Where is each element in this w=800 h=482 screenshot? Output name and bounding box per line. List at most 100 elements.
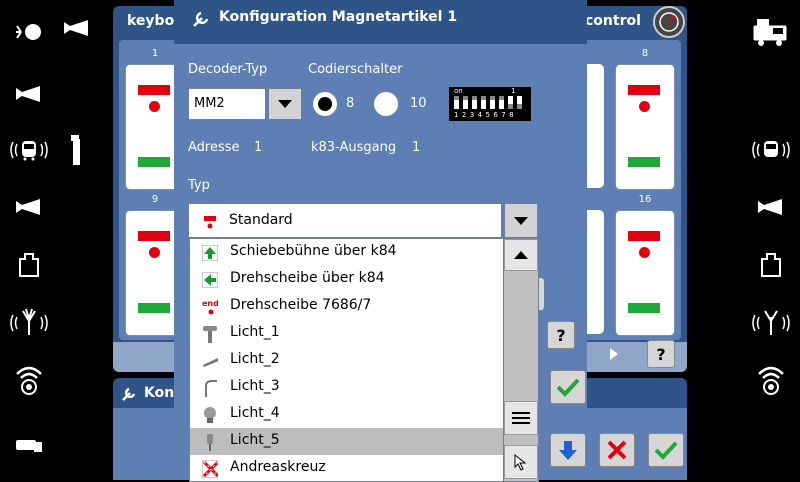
dip-on-label: on (454, 87, 463, 95)
tile-number: 8 (641, 48, 649, 59)
list-item-label: Licht_4 (230, 405, 280, 421)
list-item[interactable]: Schiebebühne über k84 (190, 239, 504, 266)
right-sidebar (742, 0, 800, 480)
keyboard-window-title: keybo (127, 13, 175, 29)
k83-output-value: 1 (412, 140, 421, 155)
scroll-thumb[interactable] (504, 401, 538, 435)
steam-sound-icon-right[interactable] (751, 305, 791, 339)
chevron-down-icon (278, 100, 292, 108)
tube-light-icon (202, 352, 218, 369)
light-function-icon[interactable] (9, 15, 49, 49)
radio-signal-icon-right[interactable] (751, 362, 791, 396)
chevron-down-icon (514, 216, 528, 225)
tile-number: 16 (638, 194, 652, 205)
list-item-label: Andreaskreuz (230, 459, 326, 475)
radio-8-label: 8 (346, 96, 355, 111)
steam-sound-icon[interactable] (9, 305, 49, 339)
accessory-tile-partial[interactable] (586, 210, 604, 334)
coding-switch-label: Codierschalter (308, 62, 403, 77)
list-item-label: Licht_1 (230, 324, 280, 340)
page-next-arrow-icon[interactable] (608, 346, 620, 366)
signal-red-bar (138, 231, 170, 241)
signal-green-bar (138, 303, 170, 313)
list-item[interactable]: Andreaskreuz (190, 455, 504, 481)
decoder-type-value: MM2 (194, 96, 225, 111)
list-item[interactable]: Licht_1 (190, 320, 504, 347)
wrench-icon (192, 10, 210, 32)
signal-red-bar (138, 85, 170, 95)
weight-icon[interactable] (9, 248, 49, 282)
signal-red-dot (639, 101, 650, 112)
list-item-label: Schiebebühne über k84 (230, 243, 397, 259)
type-options-list[interactable]: Schiebebühne über k84 Drehscheibe über k… (189, 238, 505, 482)
signal-red-bar (628, 231, 660, 241)
radio-10[interactable] (374, 92, 398, 116)
radio-selected-dot (318, 97, 332, 111)
weight-icon-right[interactable] (751, 248, 791, 282)
dialog-confirm-button[interactable] (550, 370, 586, 404)
list-scrollbar[interactable] (503, 238, 539, 482)
left-sidebar (0, 0, 58, 480)
flag-icon[interactable] (70, 135, 84, 165)
scroll-up-button[interactable] (504, 239, 538, 271)
locomotive-icon[interactable] (751, 14, 791, 48)
signal-red-dot (639, 247, 650, 258)
signal-green-bar (628, 157, 660, 167)
tile-number: 9 (151, 194, 159, 205)
small-lamp-icon (202, 433, 218, 451)
bulb-icon (202, 406, 218, 423)
svg-text:end: end (202, 299, 218, 308)
lamp-post-icon (202, 325, 218, 343)
speedometer-icon[interactable] (653, 6, 685, 38)
dip-switch-icon: on 1 1 2 3 4 5 6 7 8 (449, 87, 531, 121)
list-item[interactable]: Licht_3 (190, 374, 504, 401)
help-button[interactable]: ? (647, 340, 675, 368)
radio-8[interactable] (313, 92, 337, 116)
type-value: Standard (229, 212, 293, 228)
type-select[interactable]: Standard (188, 203, 502, 238)
list-item[interactable]: Licht_4 (190, 401, 504, 428)
dip-numbers: 1 2 3 4 5 6 7 8 (454, 111, 515, 119)
dialog-header: Konfiguration Magnetartikel 1 (174, 0, 587, 44)
scroll-down-button[interactable] (504, 445, 538, 479)
list-item-label: Licht_5 (230, 432, 280, 448)
decoder-type-dropdown-button[interactable] (268, 88, 302, 120)
signal-green-bar (628, 303, 660, 313)
type-dropdown-button[interactable] (504, 203, 538, 238)
horn-icon-2[interactable] (62, 18, 92, 38)
cancel-button[interactable] (599, 433, 635, 467)
configuration-window-title: Kon (144, 385, 175, 401)
train-sound-icon-right[interactable] (751, 133, 791, 167)
whistle-icon[interactable] (9, 190, 49, 224)
mouse-pointer-icon (514, 453, 527, 471)
list-item[interactable]: end Drehscheibe 7686/7 (190, 293, 504, 320)
k83-output-label: k83-Ausgang (311, 140, 397, 155)
chevron-up-icon (514, 251, 528, 259)
crossbuck-icon (202, 459, 218, 478)
list-item[interactable]: Licht_2 (190, 347, 504, 374)
accessory-tile-partial[interactable] (586, 64, 604, 188)
signal-green-bar (138, 157, 170, 167)
help-button[interactable]: ? (547, 321, 575, 349)
green-left-arrow-icon (202, 271, 218, 288)
signal-red-dot (149, 101, 160, 112)
wrench-icon (121, 386, 137, 406)
decoder-type-select[interactable]: MM2 (188, 88, 266, 120)
conductor-whistle-icon[interactable] (9, 428, 49, 462)
address-value: 1 (254, 140, 263, 155)
move-down-button[interactable] (550, 433, 586, 467)
list-item-selected[interactable]: Licht_5 (190, 428, 504, 455)
list-item-label: Drehscheibe 7686/7 (230, 297, 372, 313)
radio-signal-icon[interactable] (9, 362, 49, 396)
accessory-tile[interactable] (615, 210, 675, 336)
radio-10-label: 10 (410, 96, 427, 111)
accessory-tile[interactable] (615, 64, 675, 190)
whistle-icon-right[interactable] (751, 190, 791, 224)
train-sound-icon[interactable] (9, 133, 49, 167)
list-item[interactable]: Drehscheibe über k84 (190, 266, 504, 293)
curved-lamp-icon (202, 379, 218, 397)
grip-lines-icon (512, 412, 530, 424)
confirm-button[interactable] (648, 433, 684, 467)
list-item-label: Drehscheibe über k84 (230, 270, 385, 286)
horn-icon[interactable] (9, 77, 49, 111)
